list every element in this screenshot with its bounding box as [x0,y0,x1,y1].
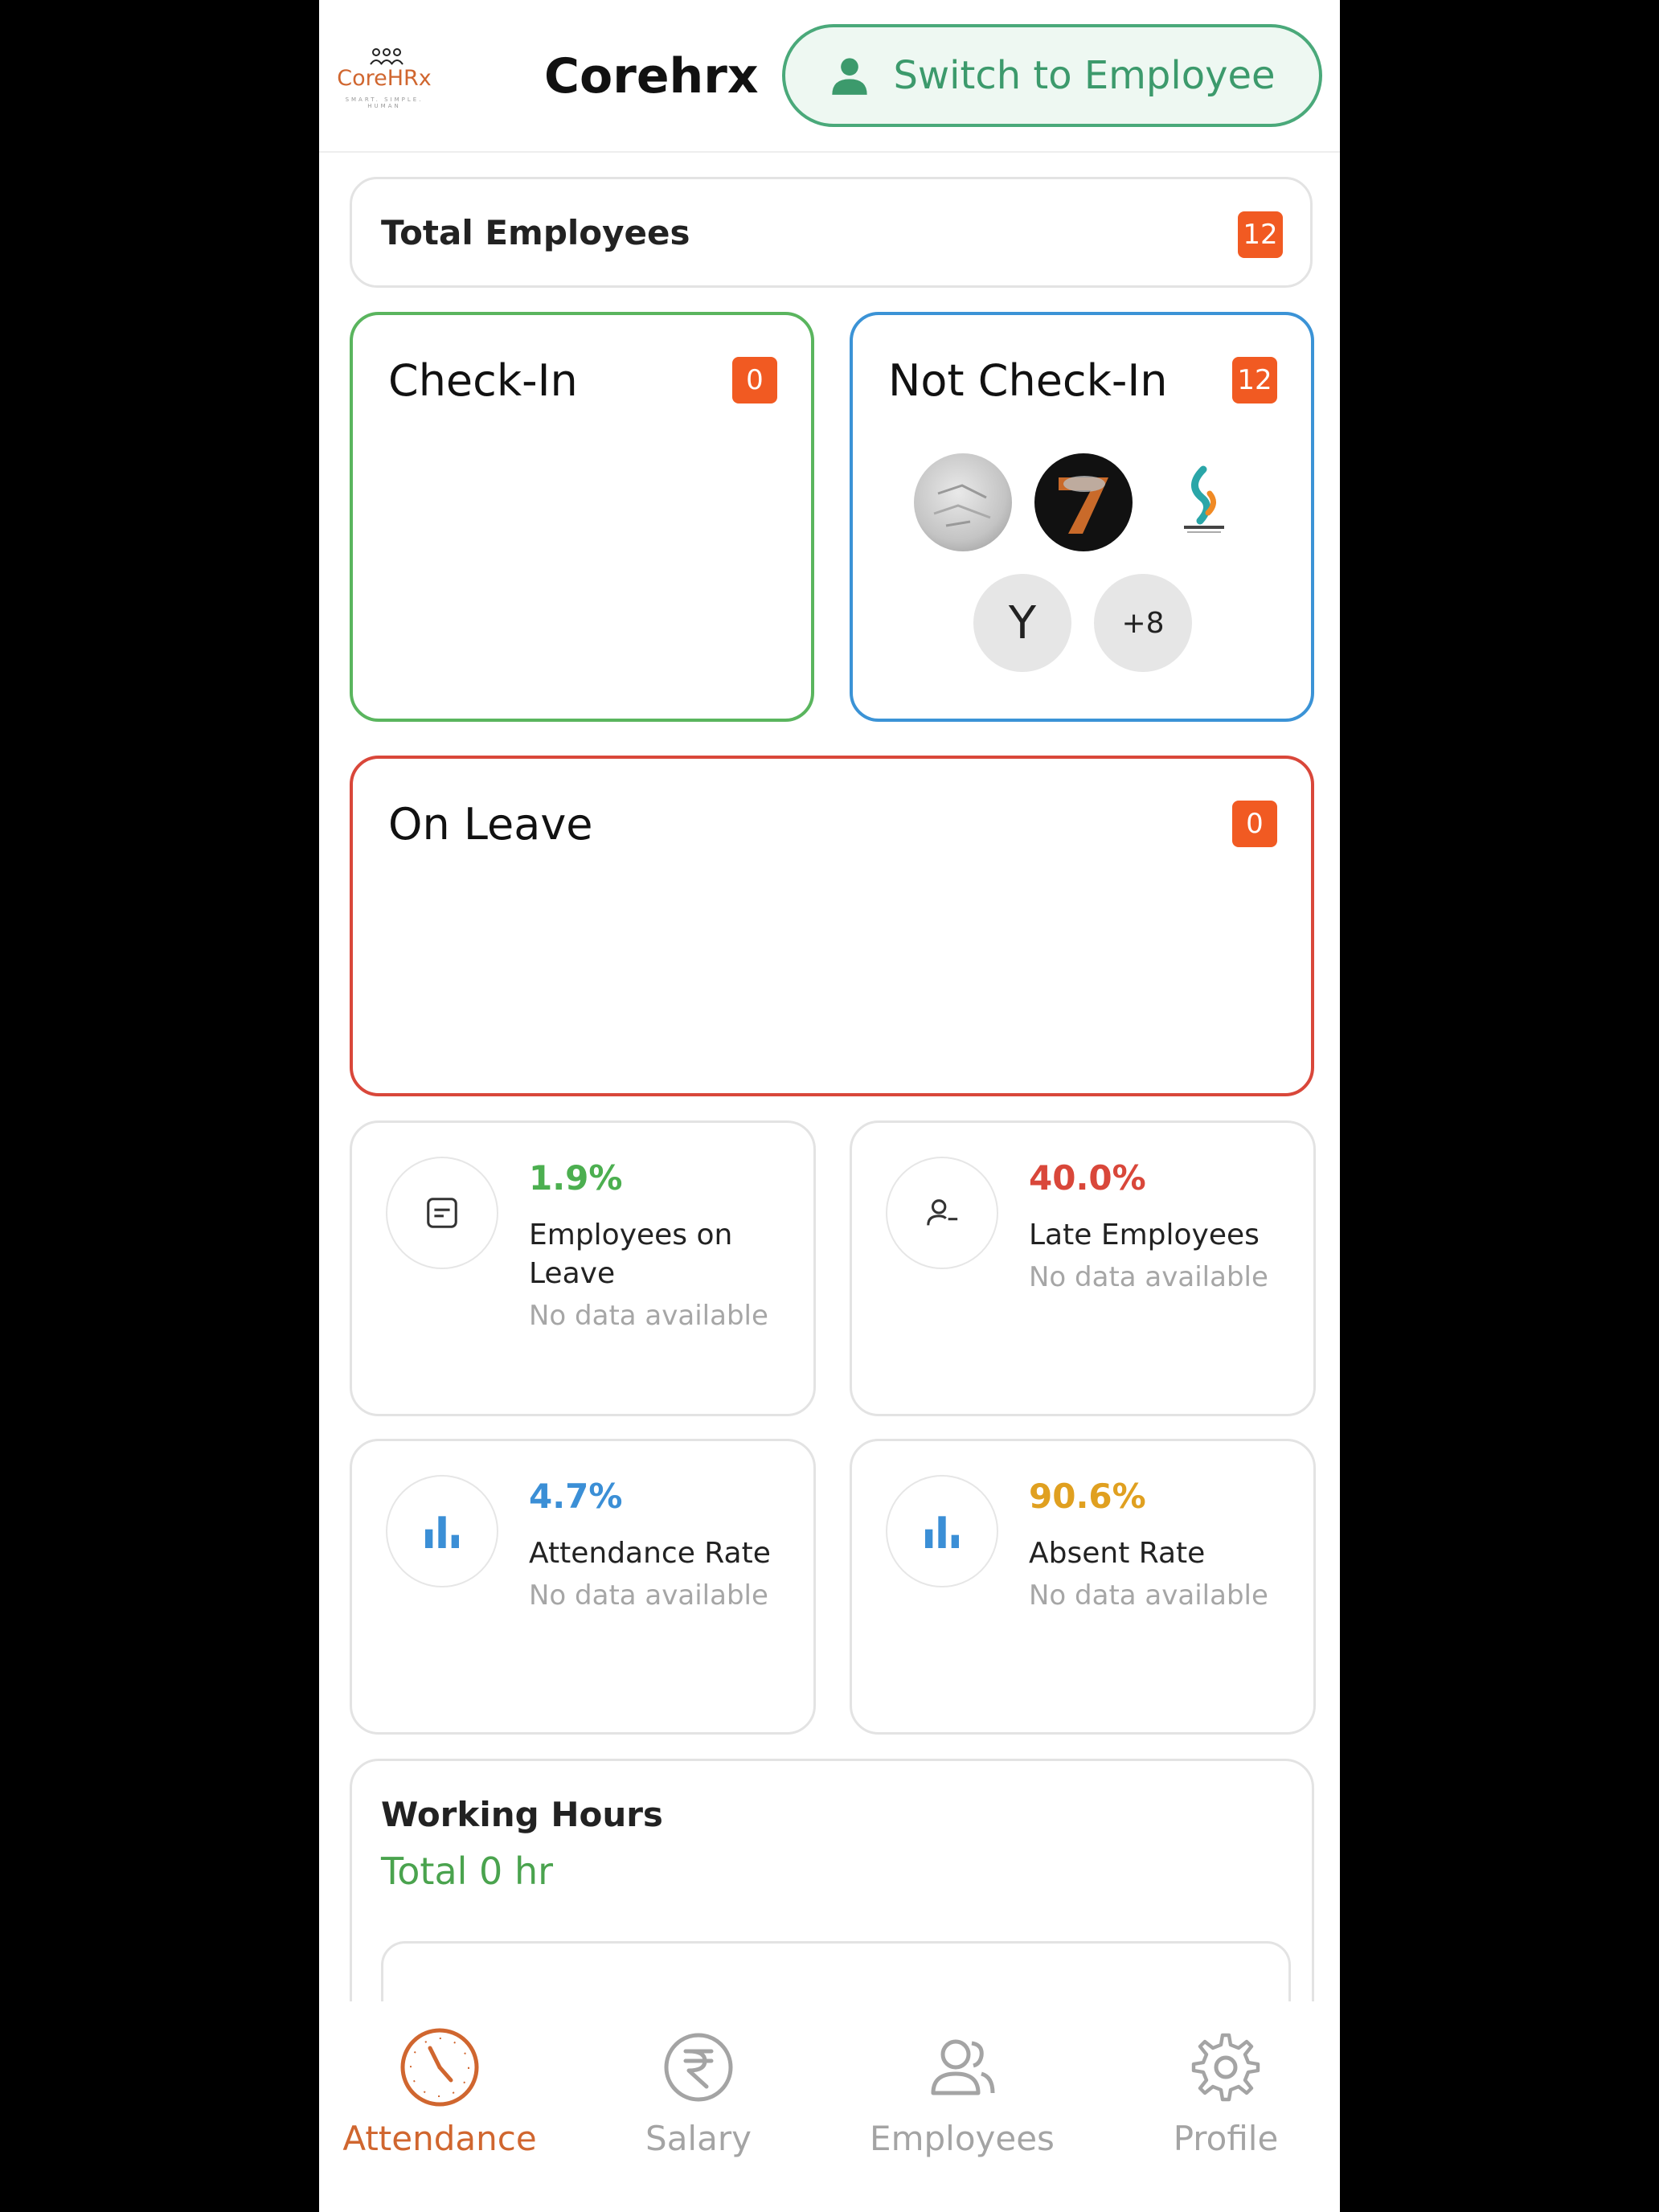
on-leave-count-badge: 0 [1232,801,1277,847]
stat-label: Absent Rate [1029,1537,1206,1570]
stat-card-absent-rate[interactable]: 90.6% Absent Rate No data available [850,1439,1316,1735]
stat-note: No data available [1029,1261,1268,1293]
not-check-in-count-badge: 12 [1232,357,1277,403]
stat-percent: 90.6% [1029,1477,1146,1516]
rupee-icon [664,2033,733,2102]
total-employees-count-badge: 12 [1238,211,1283,258]
stat-label: Attendance Rate [529,1537,771,1570]
app-screen: CoreHRx SMART. SIMPLE. HUMAN Corehrx Swi… [319,0,1340,2212]
stat-icon-circle [886,1475,998,1587]
employee-avatar[interactable] [1034,453,1133,551]
document-icon [427,1198,457,1228]
stat-icon-circle [386,1157,498,1269]
nav-label: Salary [645,2119,752,2158]
sketch-photo-icon [933,484,991,527]
bar-chart-icon [425,1516,459,1548]
not-check-in-title: Not Check-In [888,355,1168,406]
stat-note: No data available [1029,1579,1268,1612]
switch-to-employee-button[interactable]: Switch to Employee [782,24,1322,127]
stat-percent: 1.9% [529,1158,623,1198]
stat-percent: 4.7% [529,1477,623,1516]
user-minus-icon [927,1199,958,1226]
page-title: Corehrx [544,48,759,104]
logo-text: CoreHRx [337,66,432,91]
stat-card-employees-on-leave[interactable]: 1.9% Employees on Leave No data availabl… [350,1120,816,1416]
users-icon [931,2039,995,2095]
bar-chart-icon [925,1516,959,1548]
check-in-count-badge: 0 [732,357,777,403]
stat-note: No data available [529,1300,768,1332]
nav-label: Attendance [342,2119,537,2158]
app-logo: CoreHRx SMART. SIMPLE. HUMAN [330,47,438,109]
logo-tagline: SMART. SIMPLE. HUMAN [345,96,424,109]
nav-label: Employees [870,2119,1055,2158]
on-leave-title: On Leave [388,799,593,850]
app-header: CoreHRx SMART. SIMPLE. HUMAN Corehrx Swi… [319,0,1340,153]
stat-icon-circle [386,1475,498,1587]
on-leave-card[interactable]: On Leave 0 [350,756,1314,1096]
check-in-title: Check-In [388,355,578,406]
stat-percent: 40.0% [1029,1158,1146,1198]
nav-label: Profile [1173,2119,1279,2158]
stat-card-late-employees[interactable]: 40.0% Late Employees No data available [850,1120,1316,1416]
people-icon [370,48,403,65]
seven-logo-icon [1059,476,1108,534]
check-in-card[interactable]: Check-In 0 [350,312,814,722]
employee-avatar[interactable] [914,453,1012,551]
nav-profile[interactable]: Profile [1105,2026,1340,2158]
stat-label: Employees on Leave [529,1219,733,1290]
employee-avatar-initial[interactable]: Y [973,574,1071,672]
person-icon [832,58,868,95]
stat-note: No data available [529,1579,768,1612]
clock-icon [400,2028,479,2107]
gear-icon [1191,2033,1260,2102]
nav-salary[interactable]: Salary [578,2026,819,2158]
more-employees-avatar[interactable]: +8 [1094,574,1192,672]
total-employees-label: Total Employees [381,213,690,252]
stat-card-attendance-rate[interactable]: 4.7% Attendance Rate No data available [350,1439,816,1735]
bottom-navigation: Attendance Salary Employees Profile [319,2001,1340,2212]
stat-label: Late Employees [1029,1219,1260,1251]
nav-employees[interactable]: Employees [842,2026,1083,2158]
switch-button-label: Switch to Employee [893,53,1276,98]
company-logo-icon [1184,465,1224,533]
total-employees-card[interactable]: Total Employees 12 [350,177,1313,288]
working-hours-total: Total 0 hr [381,1849,554,1893]
working-hours-title: Working Hours [381,1795,663,1834]
employee-avatar[interactable] [1155,453,1253,551]
stat-icon-circle [886,1157,998,1269]
nav-attendance[interactable]: Attendance [319,2026,560,2158]
not-check-in-card[interactable]: Not Check-In 12 Y +8 [850,312,1314,722]
